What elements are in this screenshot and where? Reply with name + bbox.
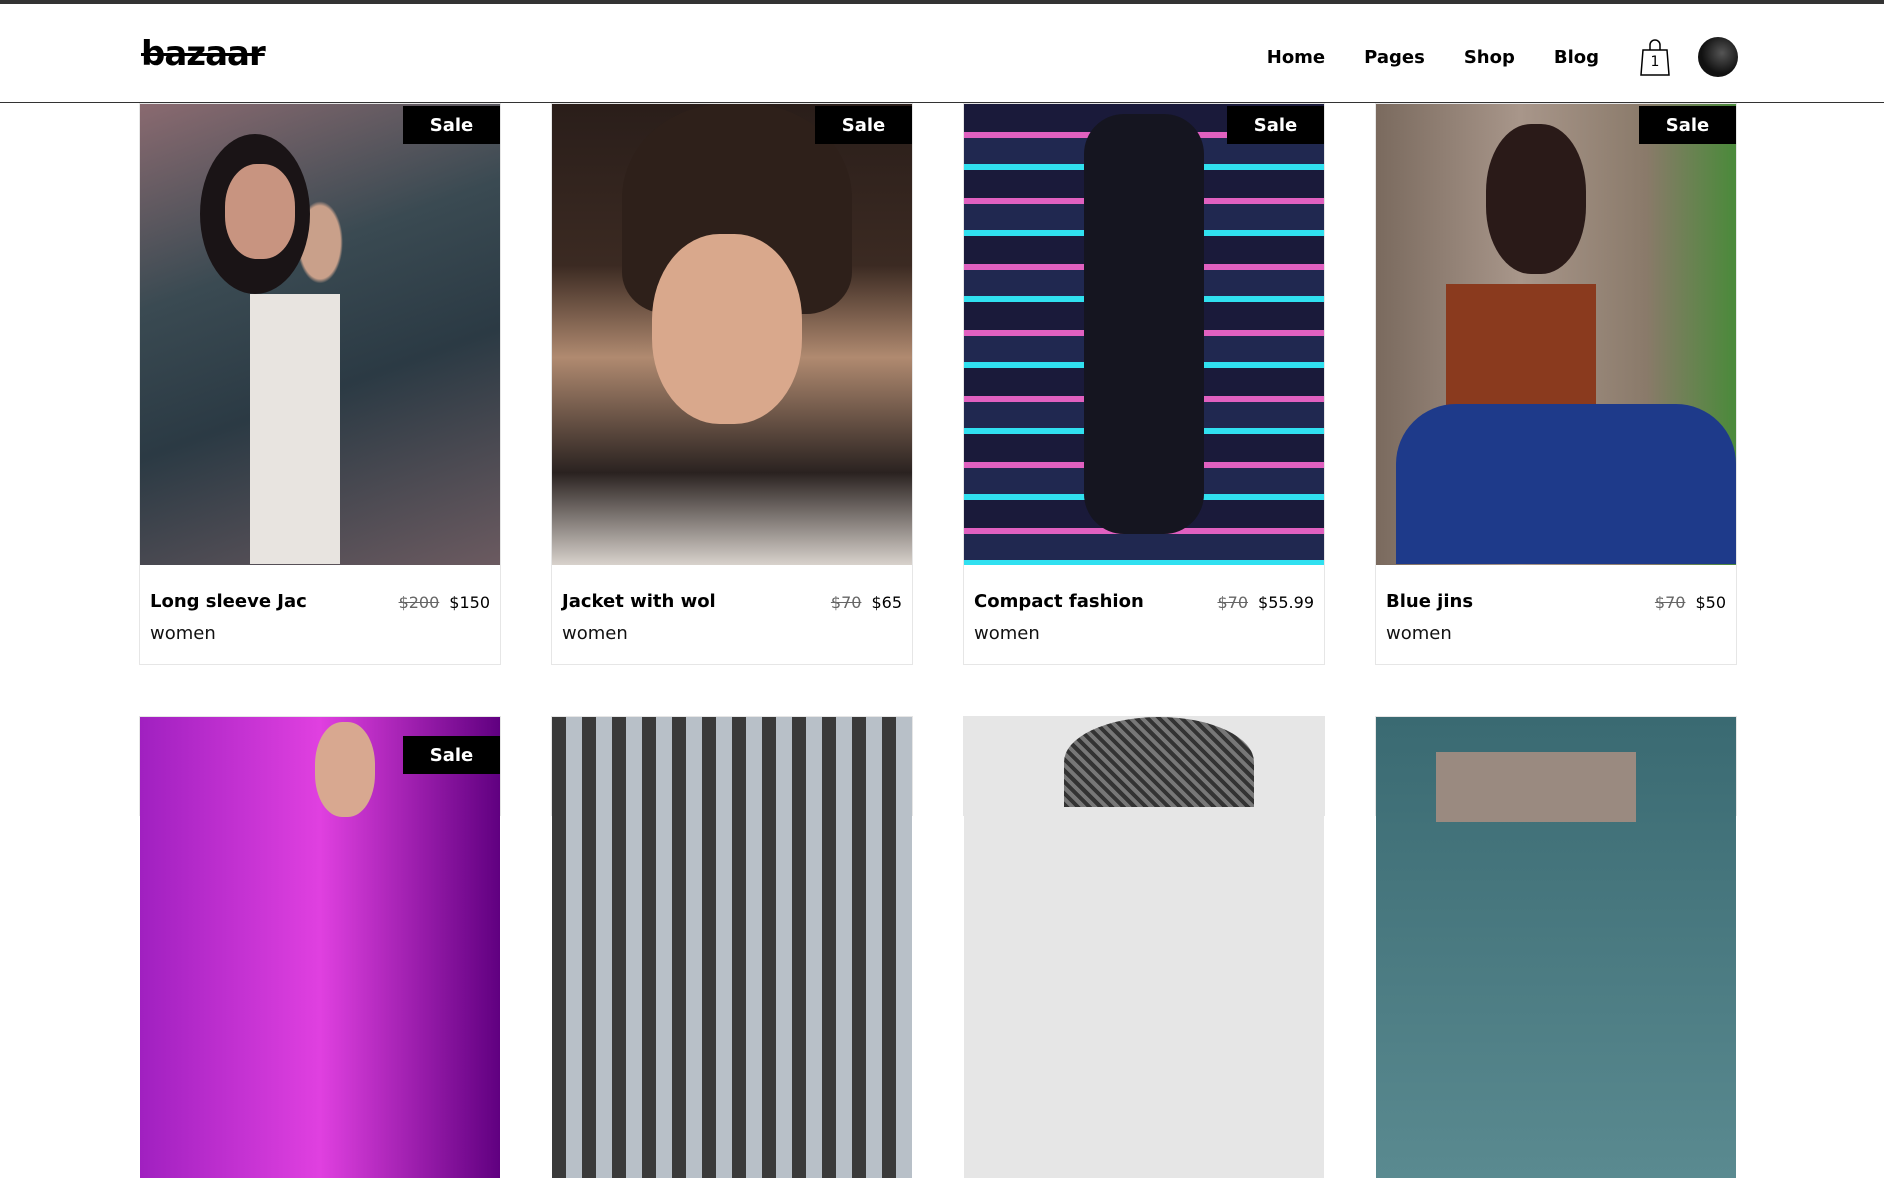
product-price: $70 $55.99: [1217, 593, 1314, 612]
avatar[interactable]: [1698, 37, 1738, 77]
brand-logo[interactable]: bazaar: [141, 34, 266, 74]
original-price: $70: [1654, 593, 1686, 612]
sale-badge: Sale: [1227, 106, 1324, 144]
sale-badge: Sale: [815, 106, 912, 144]
product-card[interactable]: [1375, 716, 1737, 1178]
original-price: $200: [398, 593, 440, 612]
product-price: $70 $50: [1655, 593, 1726, 612]
product-card[interactable]: Sale: [139, 716, 501, 1178]
original-price: $70: [830, 593, 862, 612]
product-category: women: [974, 623, 1040, 644]
product-image: [552, 104, 912, 565]
product-card[interactable]: Sale Long sleeve Jac $200 $150 women: [139, 103, 501, 665]
nav-blog[interactable]: Blog: [1554, 47, 1599, 68]
product-category: women: [562, 623, 628, 644]
product-image: [964, 104, 1324, 565]
sale-price: $65: [871, 593, 902, 612]
product-category: women: [1386, 623, 1452, 644]
nav-shop[interactable]: Shop: [1464, 47, 1515, 68]
product-card[interactable]: Sale Compact fashion $70 $55.99 women: [963, 103, 1325, 665]
product-card[interactable]: Sale Jacket with wol $70 $65 women: [551, 103, 913, 665]
product-card[interactable]: [963, 716, 1325, 1178]
sale-badge: Sale: [403, 106, 500, 144]
cart-button[interactable]: 1: [1640, 38, 1670, 76]
product-image: [552, 717, 912, 1178]
product-image: [140, 104, 500, 565]
product-category: women: [150, 623, 216, 644]
product-title[interactable]: Compact fashion: [974, 591, 1144, 612]
product-title[interactable]: Blue jins: [1386, 591, 1473, 612]
cart-count: 1: [1650, 54, 1660, 70]
site-header: bazaar Home Pages Shop Blog 1: [0, 4, 1884, 103]
product-price: $70 $65: [831, 593, 902, 612]
product-title[interactable]: Long sleeve Jac: [150, 591, 307, 612]
sale-badge: Sale: [1639, 106, 1736, 144]
sale-price: $150: [449, 593, 490, 612]
sale-badge: Sale: [403, 736, 500, 774]
sale-price: $55.99: [1258, 593, 1314, 612]
product-price: $200 $150: [399, 593, 490, 612]
product-card[interactable]: Sale Blue jins $70 $50 women: [1375, 103, 1737, 665]
product-image: [1376, 104, 1736, 565]
nav-pages[interactable]: Pages: [1364, 47, 1425, 68]
product-image: [140, 717, 500, 1178]
product-title[interactable]: Jacket with wol: [562, 591, 716, 612]
original-price: $70: [1217, 593, 1249, 612]
sale-price: $50: [1695, 593, 1726, 612]
product-card[interactable]: [551, 716, 913, 1178]
product-image: [964, 717, 1324, 1178]
nav-home[interactable]: Home: [1267, 47, 1325, 68]
main-nav: Home Pages Shop Blog 1: [1267, 37, 1738, 77]
product-image: [1376, 717, 1736, 1178]
